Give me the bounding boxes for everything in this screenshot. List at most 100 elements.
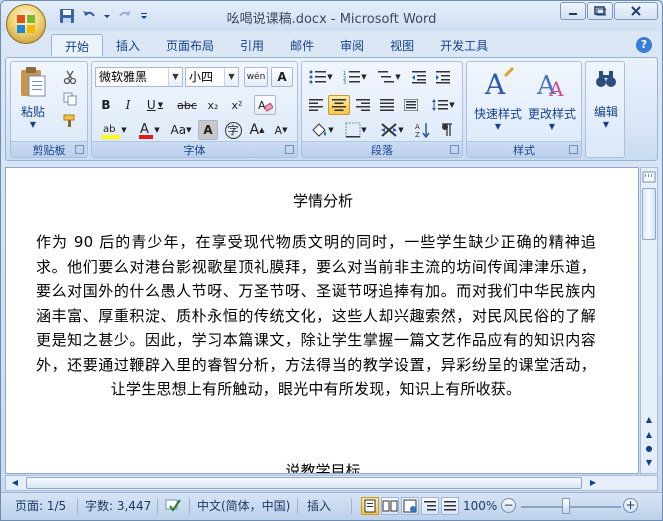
- horizontal-scroll-thumb[interactable]: [26, 477, 582, 489]
- scroll-up-arrow[interactable]: ▲: [642, 413, 656, 427]
- paste-dropdown-icon[interactable]: ▼: [15, 120, 51, 129]
- line-spacing-dropdown-icon[interactable]: ▼: [449, 101, 454, 109]
- borders-dropdown-icon[interactable]: ▼: [361, 126, 366, 134]
- save-icon[interactable]: [59, 8, 75, 24]
- status-insert-mode[interactable]: 插入: [307, 497, 331, 515]
- clear-formatting-button[interactable]: A: [254, 95, 276, 115]
- font-launcher[interactable]: [285, 145, 294, 154]
- previous-page-icon[interactable]: ▲: [642, 428, 656, 442]
- align-center-button[interactable]: [328, 95, 350, 115]
- full-screen-reading-view-button[interactable]: [381, 497, 399, 515]
- numbering-dropdown-icon[interactable]: ▼: [361, 73, 366, 81]
- sort-button[interactable]: AZ: [412, 120, 434, 140]
- scroll-left-arrow[interactable]: ◀: [8, 476, 22, 490]
- change-case-button[interactable]: Aa ▼: [166, 120, 196, 140]
- redo-icon[interactable]: [117, 8, 133, 24]
- zoom-slider-track[interactable]: [521, 506, 621, 508]
- next-page-icon[interactable]: ▼: [642, 456, 656, 470]
- status-page[interactable]: 页面: 1/5: [15, 497, 66, 515]
- horizontal-scrollbar[interactable]: ◀ ▶: [5, 475, 658, 491]
- quick-styles-dropdown-icon[interactable]: ▼: [471, 122, 525, 131]
- quick-styles-button[interactable]: A 快速样式 ▼: [471, 66, 525, 138]
- help-icon[interactable]: ?: [636, 37, 652, 53]
- paragraph-launcher[interactable]: [450, 145, 459, 154]
- undo-icon[interactable]: [81, 8, 97, 24]
- bullets-button[interactable]: ▼: [305, 67, 337, 87]
- character-border-button[interactable]: A: [271, 67, 293, 87]
- change-styles-dropdown-icon[interactable]: ▼: [525, 122, 579, 131]
- tab-developer[interactable]: 开发工具: [427, 34, 501, 56]
- scroll-right-arrow[interactable]: ▶: [586, 476, 600, 490]
- justify-button[interactable]: [376, 95, 398, 115]
- tab-page-layout[interactable]: 页面布局: [153, 34, 227, 56]
- status-word-count[interactable]: 字数: 3,447: [85, 497, 151, 515]
- minimize-button[interactable]: [560, 2, 586, 20]
- copy-button[interactable]: [59, 89, 81, 109]
- vertical-scroll-thumb[interactable]: [642, 188, 656, 240]
- borders-button[interactable]: ▼: [340, 120, 372, 140]
- cut-button[interactable]: [59, 67, 81, 87]
- tab-references[interactable]: 引用: [227, 34, 277, 56]
- bold-button[interactable]: B: [96, 95, 116, 115]
- subscript-button[interactable]: x₂: [202, 95, 224, 115]
- font-size-dropdown-icon[interactable]: ▼: [224, 68, 238, 86]
- browse-object-icon[interactable]: ●: [642, 442, 656, 456]
- vertical-scrollbar[interactable]: ▲ ▲ ● ▼: [640, 167, 658, 474]
- zoom-in-button[interactable]: +: [623, 498, 638, 513]
- show-marks-button[interactable]: [436, 120, 458, 140]
- tab-mailings[interactable]: 邮件: [277, 34, 327, 56]
- zoom-out-button[interactable]: −: [501, 498, 516, 513]
- multilevel-list-dropdown-icon[interactable]: ▼: [395, 73, 400, 81]
- shrink-font-button[interactable]: A ▼: [270, 120, 292, 140]
- zoom-slider-thumb[interactable]: [562, 498, 570, 514]
- align-left-button[interactable]: [306, 95, 326, 115]
- format-painter-button[interactable]: [59, 111, 81, 131]
- line-spacing-button[interactable]: ▼: [428, 95, 458, 115]
- increase-indent-button[interactable]: [432, 67, 454, 87]
- underline-button[interactable]: U ▼: [140, 95, 170, 115]
- font-color-button[interactable]: A ▼: [134, 120, 164, 140]
- font-color-dropdown-icon[interactable]: ▼: [154, 126, 159, 134]
- shading-dropdown-icon[interactable]: ▼: [328, 126, 333, 134]
- phonetic-guide-button[interactable]: wén: [244, 67, 268, 87]
- view-ruler-button[interactable]: [642, 170, 656, 184]
- tab-review[interactable]: 审阅: [327, 34, 377, 56]
- italic-button[interactable]: I: [118, 95, 138, 115]
- draft-view-button[interactable]: [441, 497, 459, 515]
- paste-button[interactable]: 粘贴 ▼: [15, 66, 51, 136]
- multilevel-list-button[interactable]: ▼: [373, 67, 405, 87]
- decrease-indent-button[interactable]: [408, 67, 430, 87]
- zoom-level[interactable]: 100%: [463, 497, 497, 515]
- change-styles-button[interactable]: AA 更改样式 ▼: [525, 66, 579, 138]
- proofing-icon[interactable]: [165, 497, 183, 515]
- highlight-button[interactable]: ab ▼: [96, 120, 132, 140]
- highlight-dropdown-icon[interactable]: ▼: [121, 126, 126, 134]
- undo-dropdown-icon[interactable]: [103, 8, 111, 24]
- font-size-combo[interactable]: 小四 ▼: [185, 67, 239, 87]
- enclose-characters-button[interactable]: 字: [222, 120, 244, 140]
- document-area[interactable]: 学情分析 作为 90 后的青少年，在享受现代物质文明的同时，一些学生缺少正确的精…: [5, 167, 639, 474]
- shading-button[interactable]: ▼: [306, 120, 338, 140]
- print-layout-view-button[interactable]: [361, 497, 379, 515]
- outline-view-button[interactable]: [421, 497, 439, 515]
- change-case-dropdown-icon[interactable]: ▼: [186, 126, 191, 134]
- bullets-dropdown-icon[interactable]: ▼: [327, 73, 332, 81]
- underline-dropdown-icon[interactable]: ▼: [158, 101, 163, 109]
- customize-qat-icon[interactable]: [139, 8, 149, 24]
- align-right-button[interactable]: [352, 95, 374, 115]
- chinese-layout-button[interactable]: ▼: [376, 120, 408, 140]
- editing-button[interactable]: 编辑 ▼: [588, 66, 624, 136]
- superscript-button[interactable]: x²: [226, 95, 248, 115]
- font-name-combo[interactable]: 微软雅黑 ▼: [95, 67, 183, 87]
- styles-launcher[interactable]: [569, 145, 578, 154]
- editing-dropdown-icon[interactable]: ▼: [588, 120, 624, 129]
- strikethrough-button[interactable]: abc: [174, 95, 200, 115]
- tab-view[interactable]: 视图: [377, 34, 427, 56]
- office-button[interactable]: [6, 4, 46, 44]
- grow-font-button[interactable]: A ▲: [246, 120, 268, 140]
- maximize-button[interactable]: [587, 2, 613, 20]
- character-shading-button[interactable]: A: [198, 120, 218, 140]
- web-layout-view-button[interactable]: [401, 497, 419, 515]
- tab-insert[interactable]: 插入: [103, 34, 153, 56]
- font-name-dropdown-icon[interactable]: ▼: [168, 68, 182, 86]
